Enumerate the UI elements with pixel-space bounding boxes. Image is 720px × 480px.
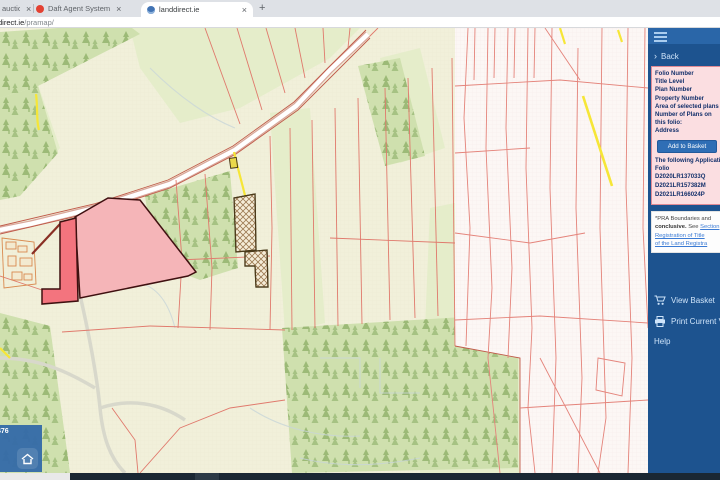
url-bar[interactable]: direct.ie/pramap/ xyxy=(0,17,720,28)
field-area-selected-plans: Area of selected plans xyxy=(655,103,719,111)
tab-daft[interactable]: Daft Agent System × xyxy=(36,0,138,17)
back-label: Back xyxy=(661,52,679,61)
tab-close-icon[interactable]: × xyxy=(26,4,31,14)
field-folio-number: Folio Number xyxy=(655,70,719,78)
applications-heading-line1: The following Applications xyxy=(655,157,720,165)
new-tab-button[interactable]: + xyxy=(259,2,265,14)
disclaimer-link-section[interactable]: Section xyxy=(700,224,719,230)
tab-landdirect[interactable]: landdirect.ie × xyxy=(141,2,253,17)
daft-favicon-icon xyxy=(36,5,44,13)
tab-auction-label: auction xyxy=(2,4,20,13)
url-path: /pramap/ xyxy=(24,18,54,27)
tab-close-icon[interactable]: × xyxy=(242,5,247,15)
small-building xyxy=(229,157,237,168)
field-plan-number: Plan Number xyxy=(655,86,719,94)
home-icon[interactable] xyxy=(17,448,38,469)
url-host: direct.ie xyxy=(0,18,24,27)
help-link[interactable]: Help xyxy=(654,337,670,346)
disclaimer-line1: *PRA Boundaries and xyxy=(655,215,720,223)
tab-close-icon[interactable]: × xyxy=(116,4,121,14)
print-current-view-button[interactable]: Print Current View xyxy=(654,316,720,327)
folio-info-panel: Folio Number Title Level Plan Number Pro… xyxy=(651,66,720,205)
tab-auction[interactable]: auction × xyxy=(0,0,32,17)
printer-icon xyxy=(654,316,666,327)
browser-tab-bar: auction × Daft Agent System × landdirect… xyxy=(0,0,720,17)
map-info-box[interactable]: 476 xyxy=(0,425,42,472)
folio-number-item: D2021LR157382M xyxy=(655,182,720,191)
info-box-label: 476 xyxy=(0,428,42,435)
sidebar: › Back Folio Number Title Level Plan Num… xyxy=(648,28,720,473)
tab-divider xyxy=(33,4,34,13)
landdirect-favicon-icon xyxy=(147,6,155,14)
folio-number-item: D2020LR137033Q xyxy=(655,173,720,182)
applications-heading-line2: Folio xyxy=(655,165,720,173)
tab-daft-label: Daft Agent System xyxy=(48,4,110,13)
tab-landdirect-label: landdirect.ie xyxy=(159,5,199,14)
disclaimer-bold: conclusive. xyxy=(655,224,687,230)
bottom-gray-strip xyxy=(0,473,70,480)
view-basket-label: View Basket xyxy=(671,296,715,305)
field-address: Address xyxy=(655,127,719,135)
map-canvas[interactable]: 476 xyxy=(0,28,648,473)
disclaimer-link-registration[interactable]: Registration of Title xyxy=(655,232,720,240)
field-number-of-plans: Number of Plans on this folio: xyxy=(655,111,719,127)
field-property-number: Property Number xyxy=(655,95,719,103)
back-button[interactable]: › Back xyxy=(654,51,679,61)
view-basket-button[interactable]: View Basket xyxy=(654,295,715,306)
taskbar-edge xyxy=(70,473,720,480)
pra-disclaimer-panel: *PRA Boundaries and conclusive. See Sect… xyxy=(651,211,720,253)
disclaimer-see: See xyxy=(687,224,701,230)
land-registry-map xyxy=(0,28,648,473)
cart-icon xyxy=(654,295,666,306)
taskbar-notch xyxy=(195,473,219,480)
folio-number-item: D2021LR166024P xyxy=(655,191,720,200)
chevron-right-icon: › xyxy=(654,51,657,61)
print-current-view-label: Print Current View xyxy=(671,317,720,326)
add-to-basket-button[interactable]: Add to Basket xyxy=(657,140,717,153)
disclaimer-link-land-registry[interactable]: of the Land Registra xyxy=(655,240,720,248)
field-title-level: Title Level xyxy=(655,78,719,86)
help-label: Help xyxy=(654,337,670,346)
